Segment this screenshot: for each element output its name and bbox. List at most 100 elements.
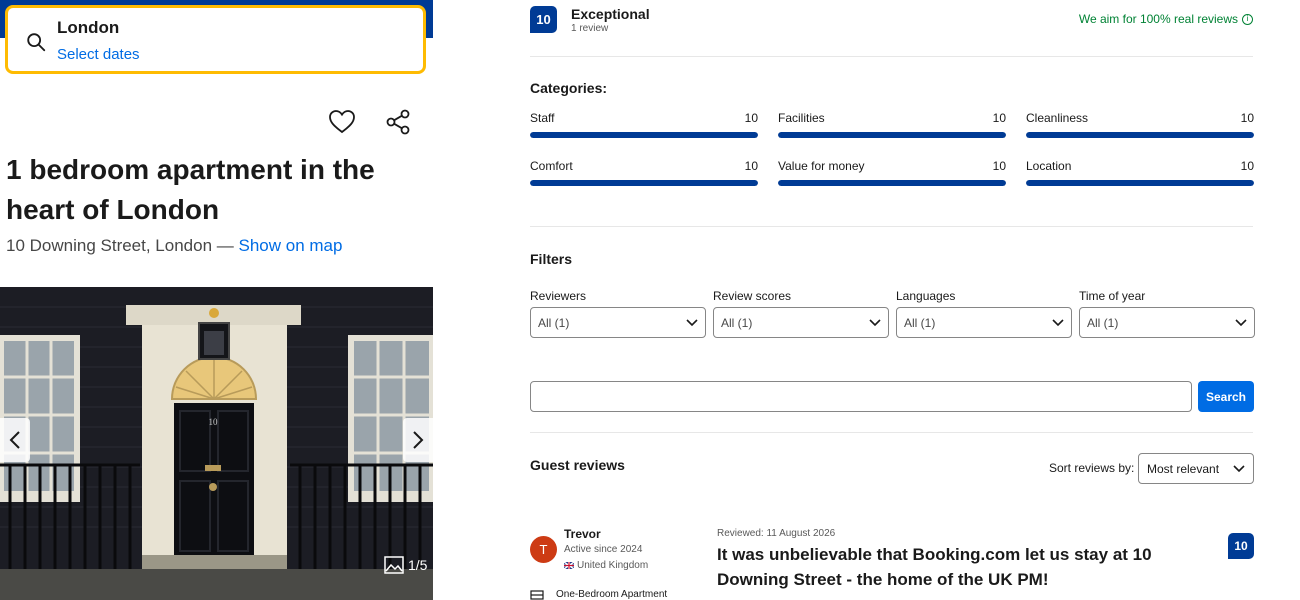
category-bar-fill	[530, 180, 758, 186]
search-button[interactable]: Search	[1198, 381, 1254, 412]
property-pane: London Select dates 1 bedroom apartment …	[0, 0, 433, 600]
property-address: 10 Downing Street, London — Show on map	[6, 236, 342, 256]
chevron-left-icon	[9, 431, 20, 449]
category-bar	[1026, 132, 1254, 138]
avatar: T	[530, 536, 557, 563]
room-type-text: One-Bedroom Apartment	[556, 589, 668, 600]
category-comfort: Comfort 10	[530, 159, 758, 186]
heart-icon[interactable]	[328, 108, 356, 136]
bed-icon	[530, 589, 544, 600]
door-number: 10	[209, 417, 219, 427]
previous-photo-button[interactable]	[0, 418, 30, 462]
filters-title: Filters	[530, 251, 573, 267]
property-photo[interactable]: 10	[0, 287, 433, 600]
divider	[530, 432, 1253, 433]
category-name: Comfort	[530, 159, 573, 173]
review-title: It was unbelievable that Booking.com let…	[717, 545, 1152, 589]
select-dates-link[interactable]: Select dates	[57, 46, 140, 63]
category-bar	[530, 132, 758, 138]
reviewed-date: Reviewed: 11 August 2026	[717, 528, 836, 539]
category-value-for-money: Value for money 10	[778, 159, 1006, 186]
category-score: 10	[992, 111, 1006, 125]
category-bar-fill	[1026, 132, 1254, 138]
category-bar-fill	[530, 132, 758, 138]
category-cleanliness: Cleanliness 10	[1026, 111, 1254, 138]
info-icon[interactable]: i	[1242, 13, 1253, 25]
filter-label: Time of year	[1079, 289, 1146, 303]
room-type: One-Bedroom Apartment	[530, 589, 667, 600]
property-title: 1 bedroom apartment in the heart of Lond…	[6, 154, 375, 225]
filter-reviewers: Reviewers All (1)	[530, 289, 706, 338]
filter-time-of-year: Time of year All (1)	[1079, 289, 1255, 338]
score-word: Exceptional	[571, 6, 650, 22]
category-name: Facilities	[778, 111, 825, 125]
guest-reviews-title: Guest reviews	[530, 457, 625, 473]
review-score-badge: 10	[1228, 533, 1254, 559]
country-text: United Kingdom	[577, 560, 649, 571]
category-name: Location	[1026, 159, 1072, 173]
reviewers-select[interactable]: All (1)	[530, 307, 706, 338]
show-on-map-link[interactable]: Show on map	[239, 236, 343, 255]
reviewer-country: United Kingdom	[564, 560, 648, 571]
filter-label: Review scores	[713, 289, 792, 303]
real-reviews-text: We aim for 100% real reviews	[1078, 12, 1238, 26]
chevron-down-icon	[1052, 318, 1064, 326]
reviews-pane: 10 Exceptional 1 review We aim for 100% …	[490, 0, 1300, 600]
category-score: 10	[744, 111, 758, 125]
category-name: Cleanliness	[1026, 111, 1089, 125]
time-of-year-select[interactable]: All (1)	[1079, 307, 1255, 338]
filter-languages: Languages All (1)	[896, 289, 1072, 338]
address-text: 10 Downing Street, London —	[6, 236, 234, 255]
select-value: All (1)	[721, 315, 753, 330]
next-photo-button[interactable]	[403, 418, 433, 462]
chevron-down-icon	[686, 318, 698, 326]
sort-select[interactable]: Most relevant	[1138, 453, 1254, 484]
category-facilities: Facilities 10	[778, 111, 1006, 138]
review-scores-select[interactable]: All (1)	[713, 307, 889, 338]
reviewer-active-since: Active since 2024	[564, 544, 643, 555]
category-location: Location 10	[1026, 159, 1254, 186]
category-score: 10	[992, 159, 1006, 173]
select-value: All (1)	[904, 315, 936, 330]
share-icon[interactable]	[384, 108, 412, 136]
category-bar-fill	[778, 132, 1006, 138]
category-score: 10	[1240, 111, 1254, 125]
sort-value: Most relevant	[1147, 461, 1220, 476]
photo-counter-text: 1/5	[408, 557, 428, 573]
category-bar-fill	[1026, 180, 1254, 186]
category-bar	[1026, 180, 1254, 186]
divider	[530, 56, 1253, 57]
gallery-icon	[384, 556, 404, 574]
category-score: 10	[1240, 159, 1254, 173]
category-staff: Staff 10	[530, 111, 758, 138]
category-bar	[530, 180, 758, 186]
category-bar	[778, 132, 1006, 138]
category-bar-fill	[778, 180, 1006, 186]
chevron-down-icon	[869, 318, 881, 326]
sort-label: Sort reviews by:	[1049, 461, 1135, 475]
categories-title: Categories:	[530, 80, 608, 96]
select-value: All (1)	[538, 315, 570, 330]
languages-select[interactable]: All (1)	[896, 307, 1072, 338]
category-score: 10	[744, 159, 758, 173]
search-icon	[27, 33, 46, 52]
photo-counter[interactable]: 1/5	[384, 553, 427, 577]
filter-label: Languages	[896, 289, 956, 303]
uk-flag-icon	[564, 562, 574, 569]
category-bar	[778, 180, 1006, 186]
review-search-input[interactable]	[530, 381, 1192, 412]
destination-text: London	[57, 18, 120, 37]
reviewer-name: Trevor	[564, 527, 601, 541]
filter-label: Reviewers	[530, 289, 587, 303]
chevron-down-icon	[1233, 464, 1245, 472]
divider	[530, 226, 1253, 227]
chevron-right-icon	[413, 431, 424, 449]
overall-score-badge: 10	[530, 6, 557, 33]
filter-review-scores: Review scores All (1)	[713, 289, 889, 338]
search-summary-box[interactable]: London Select dates	[5, 5, 426, 74]
category-name: Staff	[530, 111, 555, 125]
review-count: 1 review	[571, 23, 609, 34]
chevron-down-icon	[1235, 318, 1247, 326]
real-reviews-note[interactable]: We aim for 100% real reviews i	[1079, 12, 1253, 26]
category-name: Value for money	[778, 159, 865, 173]
